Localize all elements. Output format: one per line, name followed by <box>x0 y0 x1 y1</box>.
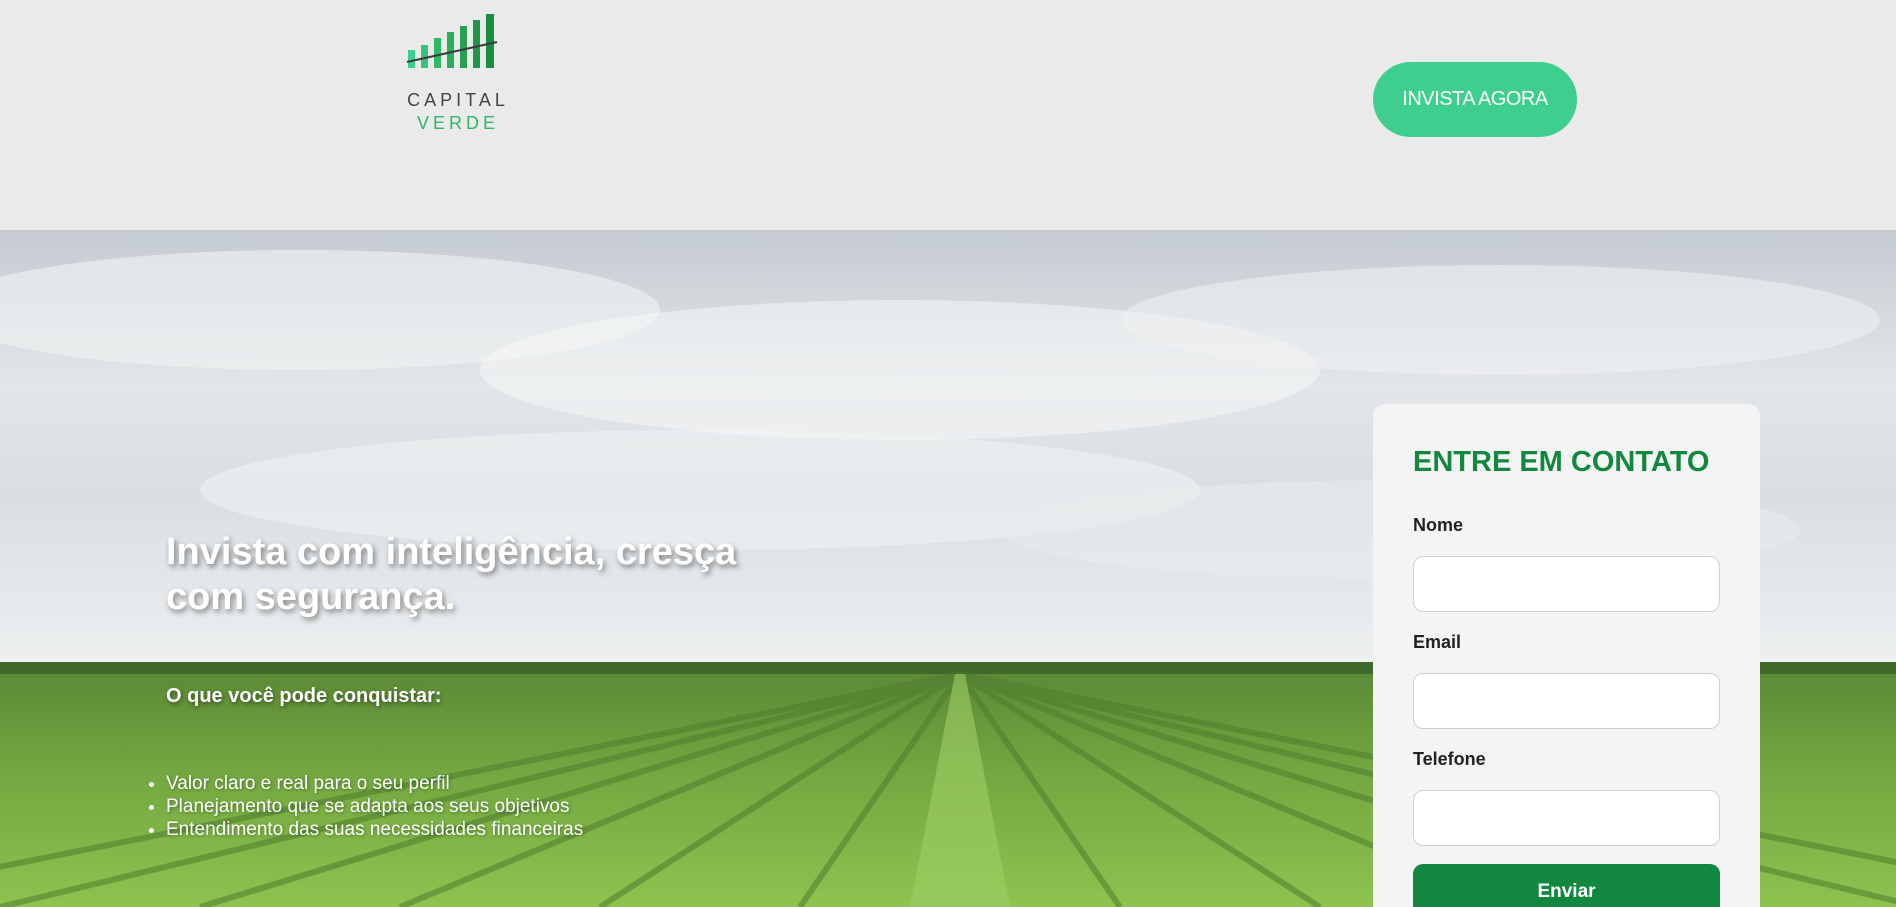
phone-label: Telefone <box>1413 749 1486 769</box>
email-input[interactable] <box>1413 673 1720 729</box>
phone-input[interactable] <box>1413 790 1720 846</box>
hero-headline: Invista com inteligência, cresça com seg… <box>166 531 737 618</box>
name-label: Nome <box>1413 515 1464 535</box>
benefit-item: Planejamento que se adapta aos seus obje… <box>166 795 583 818</box>
brand-name-line1: CAPITAL <box>407 90 509 110</box>
benefit-item: Entendimento das suas necessidades finan… <box>166 818 583 841</box>
contact-form: ENTRE EM CONTATO Nome Email Telefone Env… <box>1373 404 1760 907</box>
bar-chart-logo-icon <box>406 14 498 68</box>
email-label: Email <box>1413 632 1462 652</box>
benefit-item: Valor claro e real para o seu perfil <box>166 772 583 795</box>
contact-form-title: ENTRE EM CONTATO <box>1413 446 1710 478</box>
invest-now-button[interactable]: INVISTA AGORA <box>1373 62 1577 137</box>
benefits-list: Valor claro e real para o seu perfil Pla… <box>166 772 583 841</box>
hero-subheading: O que você pode conquistar: <box>166 685 442 707</box>
brand-logo[interactable]: CAPITAL VERDE <box>400 12 512 134</box>
brand-name-line2: VERDE <box>416 113 499 133</box>
submit-button[interactable]: Enviar <box>1413 864 1720 907</box>
site-header: CAPITAL VERDE INVISTA AGORA <box>0 0 1896 230</box>
name-input[interactable] <box>1413 556 1720 612</box>
